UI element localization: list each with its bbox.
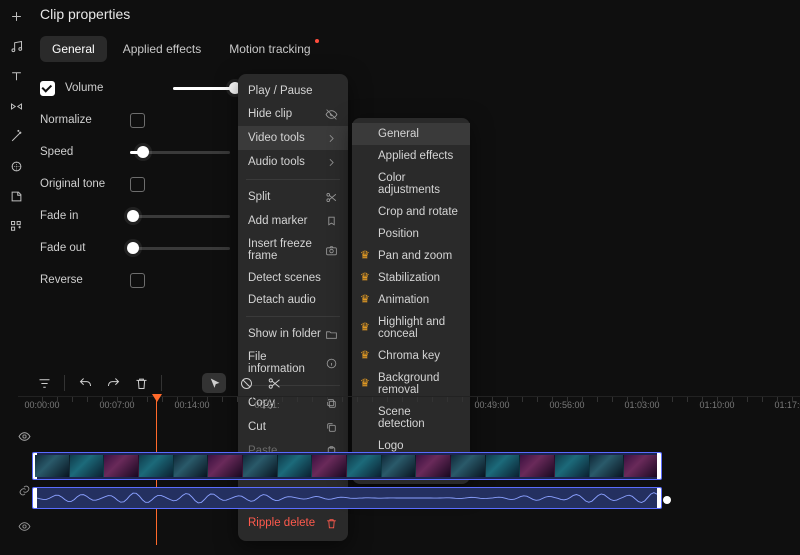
submenu-general[interactable]: General [352, 123, 470, 145]
submenu-highlight-conceal[interactable]: ♛Highlight and conceal [352, 311, 470, 345]
music-icon[interactable] [8, 38, 24, 54]
transition-icon[interactable] [8, 98, 24, 114]
cut-icon [324, 420, 338, 434]
menu-play-pause[interactable]: Play / Pause [238, 80, 348, 102]
track-visibility-icon[interactable] [18, 430, 30, 446]
more-tools-icon[interactable] [8, 218, 24, 234]
eye-off-icon [324, 107, 338, 121]
clip-handle-right[interactable] [657, 453, 661, 479]
disable-icon[interactable] [238, 375, 254, 391]
clip-handle-right[interactable] [657, 488, 661, 508]
normalize-checkbox[interactable] [130, 113, 145, 128]
clip-volume-knob[interactable] [663, 496, 671, 504]
delete-icon[interactable] [133, 375, 149, 391]
menu-insert-freeze-frame[interactable]: Insert freeze frame [238, 233, 348, 267]
menu-video-tools[interactable]: Video tools [238, 126, 348, 150]
camera-icon [325, 243, 338, 257]
menu-separator [246, 179, 340, 180]
info-icon [324, 356, 338, 370]
crown-icon: ♛ [360, 323, 370, 334]
audio-clip[interactable] [32, 487, 662, 509]
menu-audio-tools[interactable]: Audio tools [238, 150, 348, 174]
marker-icon [324, 214, 338, 228]
filter-icon[interactable] [36, 375, 52, 391]
menu-split[interactable]: Split [238, 185, 348, 209]
clip-thumbnails [35, 455, 659, 477]
menu-show-in-folder[interactable]: Show in folder [238, 322, 348, 346]
video-tools-submenu: General Applied effects Color adjustment… [352, 118, 470, 484]
submenu-crop-rotate[interactable]: Crop and rotate [352, 201, 470, 223]
menu-hide-clip[interactable]: Hide clip [238, 102, 348, 126]
submenu-chroma-key[interactable]: ♛Chroma key [352, 345, 470, 367]
split-tool-icon[interactable] [266, 375, 282, 391]
submenu-animation[interactable]: ♛Animation [352, 289, 470, 311]
ruler-label: 01:17:00 [774, 400, 800, 410]
left-tool-rail [0, 0, 32, 555]
menu-detach-audio[interactable]: Detach audio [238, 289, 348, 311]
redo-icon[interactable] [105, 375, 121, 391]
tab-general[interactable]: General [40, 36, 107, 62]
track-visibility-icon[interactable] [18, 520, 30, 536]
text-icon[interactable] [8, 68, 24, 84]
normalize-label: Normalize [40, 114, 130, 126]
fade-in-slider[interactable] [130, 215, 230, 218]
add-icon[interactable] [8, 8, 24, 24]
volume-checkbox[interactable] [40, 81, 55, 96]
fade-out-label: Fade out [40, 242, 130, 254]
effects-icon[interactable] [8, 128, 24, 144]
submenu-applied-effects[interactable]: Applied effects [352, 145, 470, 167]
fade-in-label: Fade in [40, 210, 130, 222]
chevron-right-icon [324, 155, 338, 169]
fade-out-slider[interactable] [130, 247, 230, 250]
submenu-pan-zoom[interactable]: ♛Pan and zoom [352, 245, 470, 267]
menu-separator [246, 316, 340, 317]
reverse-label: Reverse [40, 274, 130, 286]
export-icon[interactable] [8, 188, 24, 204]
tab-applied-effects[interactable]: Applied effects [111, 36, 214, 62]
scissors-icon [324, 190, 338, 204]
speed-label: Speed [40, 146, 130, 158]
submenu-position[interactable]: Position [352, 223, 470, 245]
crown-icon: ♛ [360, 251, 370, 262]
crown-icon: ♛ [360, 295, 370, 306]
menu-ripple-delete[interactable]: Ripple delete [238, 511, 348, 535]
audio-waveform [37, 490, 657, 506]
panel-title: Clip properties [40, 6, 792, 22]
timeline-ruler[interactable]: 00:00:0000:07:0000:14:0000:21:00:49:0000… [18, 396, 800, 414]
original-tone-label: Original tone [40, 178, 130, 190]
crown-icon: ♛ [360, 273, 370, 284]
original-tone-checkbox[interactable] [130, 177, 145, 192]
volume-label: Volume [65, 82, 155, 94]
menu-cut[interactable]: Cut [238, 415, 348, 439]
speed-slider[interactable] [130, 151, 230, 154]
video-clip[interactable] [32, 452, 662, 480]
submenu-color-adjustments[interactable]: Color adjustments [352, 167, 470, 201]
menu-add-marker[interactable]: Add marker [238, 209, 348, 233]
reverse-checkbox[interactable] [130, 273, 145, 288]
submenu-stabilization[interactable]: ♛Stabilization [352, 267, 470, 289]
menu-detect-scenes[interactable]: Detect scenes [238, 267, 348, 289]
tab-motion-tracking[interactable]: Motion tracking [217, 36, 322, 62]
row-volume: Volume [40, 78, 792, 98]
undo-icon[interactable] [77, 375, 93, 391]
properties-tabs: General Applied effects Motion tracking [40, 36, 792, 62]
tab-dot-indicator [315, 39, 319, 43]
toolbar-separator [161, 375, 162, 391]
pointer-tool-icon[interactable] [202, 373, 226, 393]
chevron-right-icon [324, 131, 338, 145]
trash-icon [324, 516, 338, 530]
toolbar-separator [64, 375, 65, 391]
timeline-toolbar [30, 372, 800, 394]
crown-icon: ♛ [360, 351, 370, 362]
track-link-icon[interactable] [18, 484, 30, 500]
folder-icon [324, 327, 338, 341]
elements-icon[interactable] [8, 158, 24, 174]
